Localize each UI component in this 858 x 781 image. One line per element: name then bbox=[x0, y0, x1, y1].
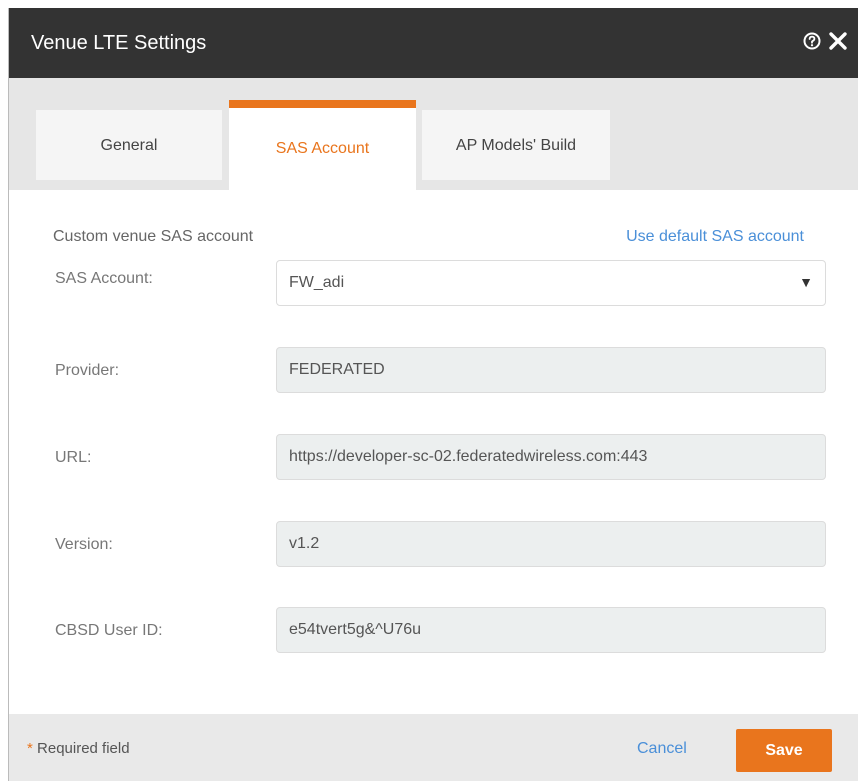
tab-bar: General SAS Account AP Models' Build bbox=[9, 78, 858, 190]
sas-account-label: SAS Account: bbox=[55, 270, 153, 287]
version-field: v1.2 bbox=[276, 521, 826, 567]
custom-sas-label: Custom venue SAS account bbox=[53, 228, 254, 245]
close-icon[interactable] bbox=[827, 30, 849, 52]
save-button[interactable]: Save bbox=[736, 729, 832, 772]
version-value: v1.2 bbox=[289, 535, 320, 552]
tab-sas-account[interactable]: SAS Account bbox=[229, 100, 416, 190]
url-label: URL: bbox=[55, 449, 92, 466]
url-value: https://developer-sc-02.federatedwireles… bbox=[289, 448, 648, 465]
provider-value: FEDERATED bbox=[289, 361, 385, 378]
sas-account-form: Custom venue SAS account Use default SAS… bbox=[9, 190, 858, 714]
url-field: https://developer-sc-02.federatedwireles… bbox=[276, 434, 826, 480]
required-field-note: * Required field bbox=[27, 740, 130, 757]
sas-account-value: FW_adi bbox=[289, 274, 345, 291]
required-text: Required field bbox=[37, 740, 130, 757]
use-default-sas-link[interactable]: Use default SAS account bbox=[626, 228, 804, 246]
help-circle-icon[interactable] bbox=[803, 32, 821, 50]
version-label: Version: bbox=[55, 536, 113, 553]
dropdown-caret-icon: ▼ bbox=[799, 274, 813, 290]
dialog-title: Venue LTE Settings bbox=[31, 32, 207, 54]
venue-lte-settings-dialog: Venue LTE Settings General SAS Account A… bbox=[8, 8, 858, 781]
tab-general[interactable]: General bbox=[36, 110, 222, 180]
required-star: * bbox=[27, 740, 33, 757]
cbsd-user-id-value: e54tvert5g&^U76u bbox=[289, 621, 422, 638]
sas-account-select[interactable]: FW_adi ▼ bbox=[276, 260, 826, 306]
dialog-footer: * Required field Cancel Save bbox=[9, 714, 858, 781]
provider-label: Provider: bbox=[55, 362, 120, 379]
cancel-button[interactable]: Cancel bbox=[637, 740, 687, 758]
cbsd-user-id-field: e54tvert5g&^U76u bbox=[276, 607, 826, 653]
title-bar: Venue LTE Settings bbox=[9, 8, 858, 78]
cbsd-user-id-label: CBSD User ID: bbox=[55, 622, 163, 639]
provider-field: FEDERATED bbox=[276, 347, 826, 393]
tab-ap-models-build[interactable]: AP Models' Build bbox=[422, 110, 610, 180]
